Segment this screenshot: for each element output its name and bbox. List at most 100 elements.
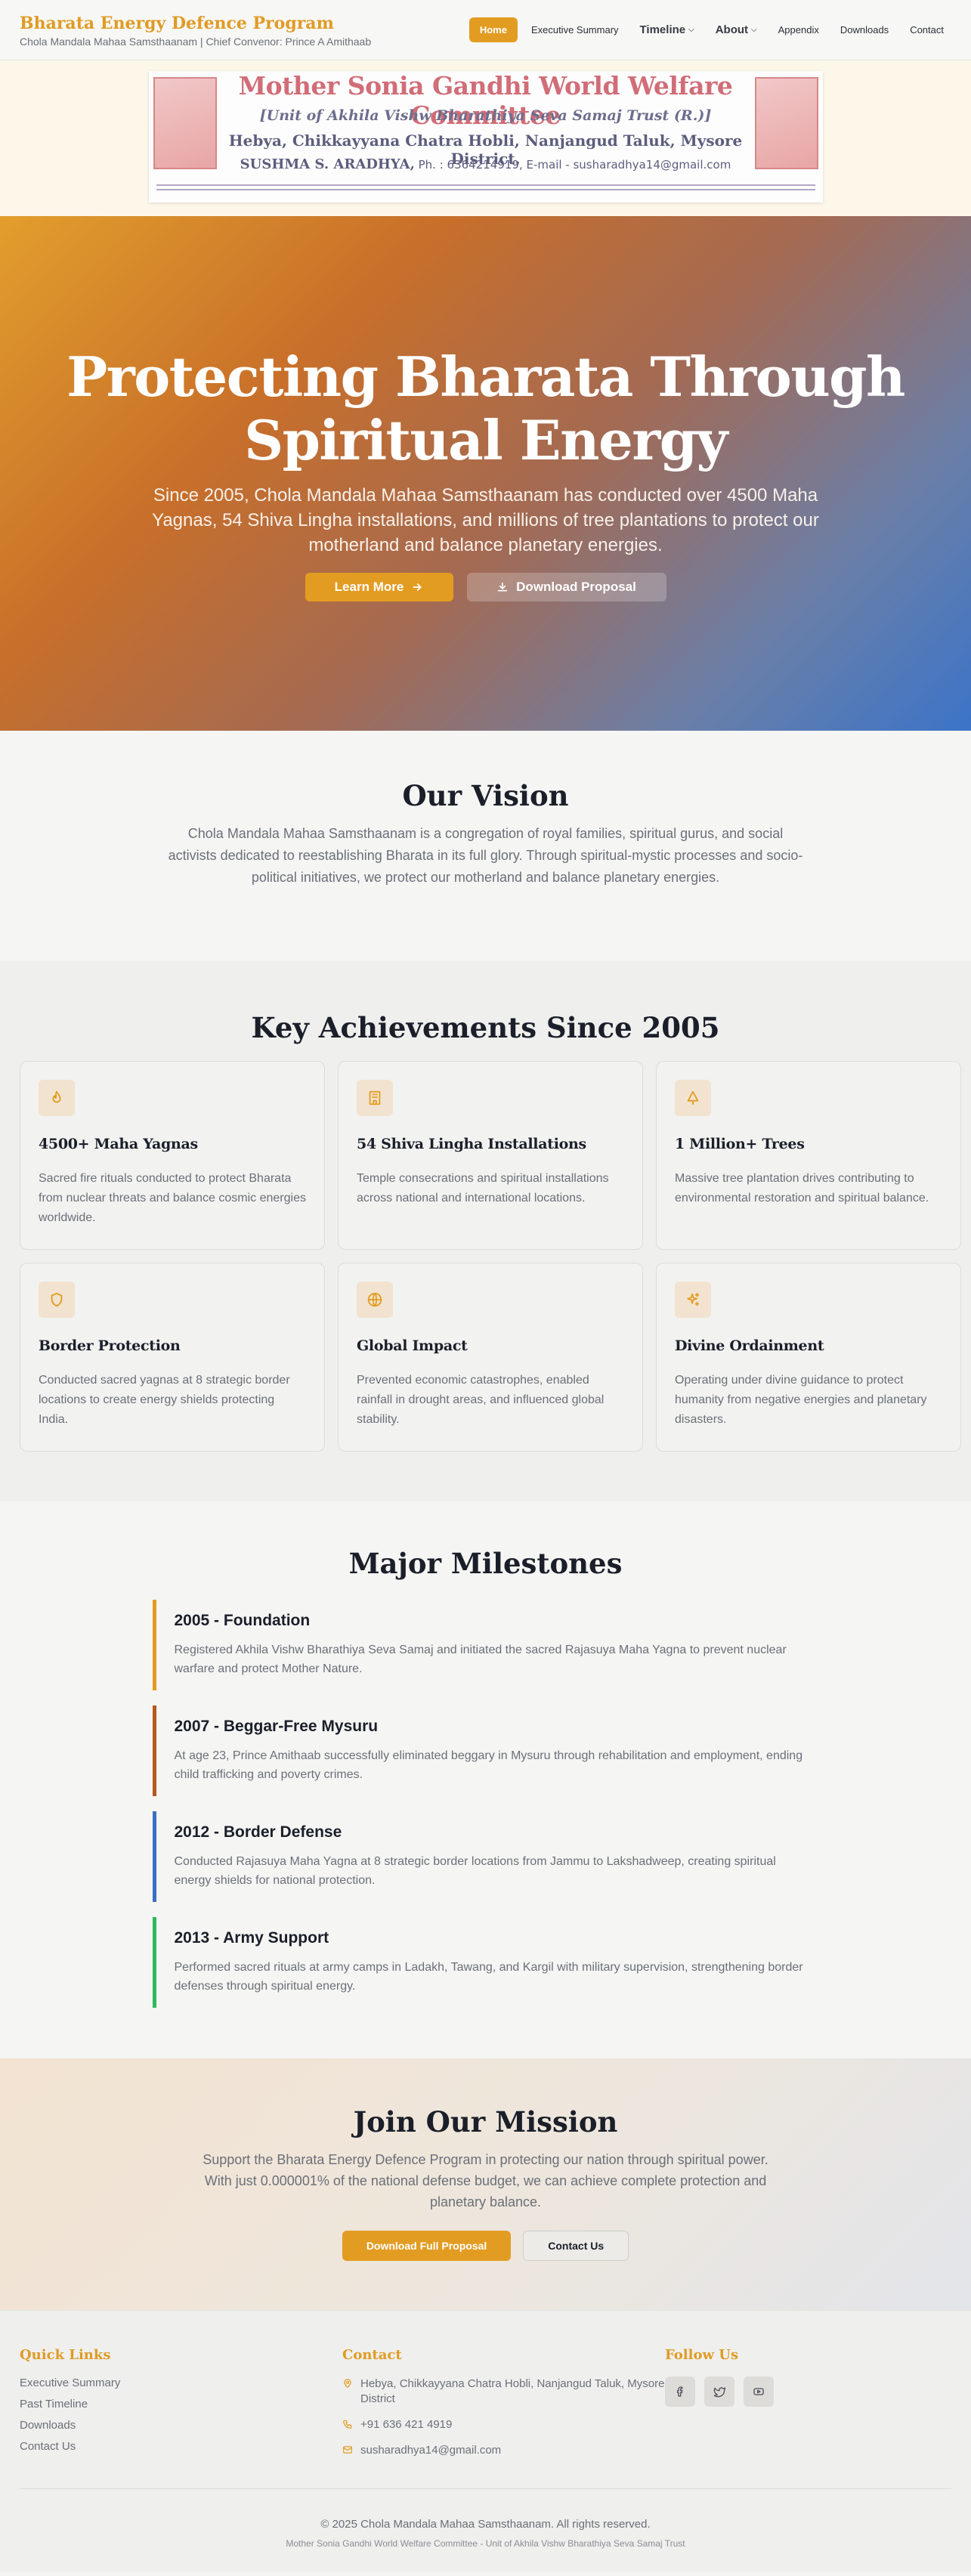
- hero-actions: Learn More Download Proposal: [305, 573, 666, 601]
- footer-follow: Follow Us: [665, 2347, 952, 2469]
- achievements-title: Key Achievements Since 2005: [251, 1011, 720, 1044]
- chevron-down-icon: ⌵: [688, 26, 694, 34]
- shield-icon: [39, 1282, 75, 1318]
- join-text: Support the Bharata Energy Defence Progr…: [203, 2152, 768, 2210]
- milestone-title: 2013 - Army Support: [174, 1929, 329, 1947]
- milestone-text: At age 23, Prince Amithaab successfully …: [174, 1749, 803, 1781]
- footer-email[interactable]: susharadhya14@gmail.com: [342, 2443, 665, 2458]
- globe-icon: [357, 1282, 393, 1318]
- banner-contact: SUSHMA S. ARADHYA, Ph. : 6364214919, E-m…: [224, 156, 747, 172]
- letterhead-banner-image: Mother Sonia Gandhi World Welfare Commit…: [148, 71, 823, 203]
- main-nav: Home Executive Summary Timeline ⌵ About ⌵ …: [468, 17, 951, 43]
- footer-columns: Quick Links Executive Summary Past Timel…: [20, 2347, 951, 2469]
- hero-text: Since 2005, Chola Mandala Mahaa Samsthaa…: [152, 485, 819, 555]
- vision-text: Chola Mandala Mahaa Samsthaanam is a con…: [168, 826, 803, 885]
- achievement-text: Operating under divine guidance to prote…: [675, 1374, 927, 1426]
- achievement-title: Border Protection: [39, 1337, 181, 1354]
- chevron-down-icon: ⌵: [751, 26, 757, 34]
- learn-more-label: Learn More: [334, 580, 404, 594]
- milestone-title: 2005 - Foundation: [174, 1612, 311, 1629]
- download-full-proposal-button[interactable]: Download Full Proposal: [342, 2231, 512, 2261]
- twitter-icon: [713, 2387, 725, 2398]
- arrow-right-icon: [413, 583, 422, 591]
- portrait-photo-right: [754, 77, 818, 169]
- hero-title: Protecting Bharata Through Spiritual Ene…: [66, 345, 905, 472]
- site-header: Bharata Energy Defence Program Chola Man…: [0, 0, 971, 60]
- contact-us-button[interactable]: Contact Us: [523, 2231, 629, 2261]
- portrait-photo-left: [153, 77, 217, 169]
- nav-about-label: About: [715, 23, 749, 36]
- hero-section: Protecting Bharata Through Spiritual Ene…: [0, 216, 971, 731]
- quick-links-title: Quick Links: [20, 2347, 111, 2363]
- nav-appendix[interactable]: Appendix: [771, 17, 827, 42]
- follow-title: Follow Us: [665, 2347, 739, 2363]
- download-proposal-label: Download Proposal: [516, 580, 636, 594]
- achievement-text: Temple consecrations and spiritual insta…: [357, 1172, 609, 1205]
- vision-title: Our Vision: [402, 779, 569, 812]
- nav-timeline-label: Timeline: [639, 23, 686, 36]
- footer-divider: [20, 2488, 951, 2489]
- nav-about[interactable]: About ⌵: [708, 17, 765, 43]
- facebook-link[interactable]: [665, 2377, 695, 2407]
- brand-title[interactable]: Bharata Energy Defence Program: [20, 13, 371, 34]
- achievement-title: Global Impact: [357, 1337, 468, 1354]
- vision-section: Our Vision Chola Mandala Mahaa Samsthaan…: [0, 731, 971, 961]
- contact-title: Contact: [342, 2347, 402, 2363]
- flame-icon: [39, 1080, 75, 1116]
- twitter-link[interactable]: [704, 2377, 734, 2407]
- milestone-text: Conducted Rajasuya Maha Yagna at 8 strat…: [174, 1855, 776, 1887]
- letterhead-banner-section: Mother Sonia Gandhi World Welfare Commit…: [0, 60, 971, 216]
- milestone-title: 2012 - Border Defense: [174, 1823, 342, 1841]
- brand[interactable]: Bharata Energy Defence Program Chola Man…: [20, 13, 371, 48]
- footer-link-contact-us[interactable]: Contact Us: [20, 2440, 342, 2453]
- download-icon: [497, 582, 508, 592]
- nav-home[interactable]: Home: [468, 17, 518, 42]
- achievement-card: 54 Shiva Lingha Installations Temple con…: [338, 1061, 643, 1250]
- footer-phone-text: +91 636 421 4919: [360, 2418, 453, 2431]
- learn-more-button[interactable]: Learn More: [305, 573, 453, 601]
- join-section: Join Our Mission Support the Bharata Ene…: [0, 2058, 971, 2310]
- milestone-title: 2007 - Beggar-Free Mysuru: [174, 1718, 379, 1735]
- footer-phone[interactable]: +91 636 421 4919: [342, 2417, 665, 2432]
- achievement-text: Conducted sacred yagnas at 8 strategic b…: [39, 1374, 290, 1426]
- download-proposal-button[interactable]: Download Proposal: [466, 573, 666, 601]
- nav-contact[interactable]: Contact: [902, 17, 951, 42]
- banner-unit: [Unit of Akhila Vishw Bharathiya Seva Sa…: [259, 107, 712, 124]
- youtube-icon: [753, 2388, 764, 2395]
- banner-divider: [156, 184, 815, 186]
- brand-subtitle: Chola Mandala Mahaa Samsthaanam | Chief …: [20, 35, 372, 48]
- phone-icon: [343, 2420, 352, 2429]
- nav-executive-summary[interactable]: Executive Summary: [524, 17, 626, 42]
- milestone-text: Performed sacred rituals at army camps i…: [174, 1961, 803, 1993]
- footer-email-text: susharadhya14@gmail.com: [360, 2444, 502, 2457]
- achievement-title: 1 Million+ Trees: [675, 1136, 805, 1152]
- temple-icon: [357, 1080, 393, 1116]
- tree-icon: [675, 1080, 711, 1116]
- banner-name: SUSHMA S. ARADHYA,: [240, 156, 415, 172]
- youtube-link[interactable]: [744, 2377, 774, 2407]
- achievement-title: 54 Shiva Lingha Installations: [357, 1136, 586, 1152]
- copyright-text: © 2025 Chola Mandala Mahaa Samsthaanam. …: [320, 2518, 651, 2531]
- footer-link-executive-summary[interactable]: Executive Summary: [20, 2377, 342, 2389]
- nav-timeline[interactable]: Timeline ⌵: [632, 17, 702, 43]
- milestone-item: 2005 - Foundation Registered Akhila Vish…: [152, 1600, 819, 1690]
- milestone-text: Registered Akhila Vishw Bharathiya Seva …: [174, 1644, 787, 1675]
- achievements-section: Key Achievements Since 2005 4500+ Maha Y…: [0, 961, 971, 1501]
- footer-link-downloads[interactable]: Downloads: [20, 2419, 342, 2432]
- footer-quick-links: Quick Links Executive Summary Past Timel…: [20, 2347, 342, 2469]
- achievements-grid: 4500+ Maha Yagnas Sacred fire rituals co…: [0, 1061, 971, 1452]
- achievement-text: Prevented economic catastrophes, enabled…: [357, 1374, 605, 1426]
- banner-contact-details: Ph. : 6364214919, E-mail - susharadhya14…: [418, 158, 731, 172]
- facebook-icon: [677, 2386, 683, 2397]
- footer-link-past-timeline[interactable]: Past Timeline: [20, 2398, 342, 2411]
- milestone-item: 2013 - Army Support Performed sacred rit…: [152, 1917, 819, 2008]
- sparkles-icon: [675, 1282, 711, 1318]
- achievement-card: Divine Ordainment Operating under divine…: [656, 1263, 961, 1452]
- milestones-section: Major Milestones 2005 - Foundation Regis…: [0, 1501, 971, 2058]
- achievement-card: 1 Million+ Trees Massive tree plantation…: [656, 1061, 961, 1250]
- site-footer: Quick Links Executive Summary Past Timel…: [0, 2310, 971, 2572]
- milestone-item: 2012 - Border Defense Conducted Rajasuya…: [152, 1811, 819, 1902]
- nav-downloads[interactable]: Downloads: [833, 17, 896, 42]
- join-actions: Download Full Proposal Contact Us: [0, 2231, 971, 2261]
- footer-address-text: Hebya, Chikkayyana Chatra Hobli, Nanjang…: [360, 2377, 665, 2405]
